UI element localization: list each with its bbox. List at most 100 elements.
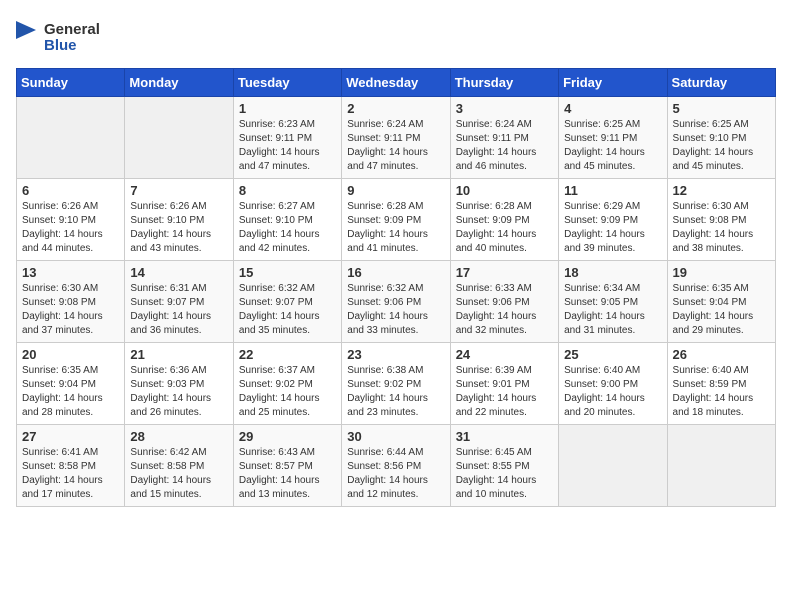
day-number: 15 — [239, 265, 336, 280]
calendar-cell — [667, 425, 775, 507]
column-header-wednesday: Wednesday — [342, 69, 450, 97]
day-info: Sunrise: 6:30 AMSunset: 9:08 PMDaylight:… — [673, 200, 770, 256]
day-number: 30 — [347, 429, 444, 444]
calendar-cell: 3Sunrise: 6:24 AMSunset: 9:11 PMDaylight… — [450, 97, 558, 179]
calendar-cell: 5 Sunrise: 6:25 AMSunset: 9:10 PMDaylight… — [667, 97, 775, 179]
calendar-cell: 29 Sunrise: 6:43 AMSunset: 8:57 PMDayligh… — [233, 425, 341, 507]
svg-text:Blue: Blue — [44, 37, 77, 54]
day-info: Sunrise: 6:27 AMSunset: 9:10 PMDaylight:… — [239, 200, 336, 256]
day-info: Sunrise: 6:25 AMSunset: 9:10 PMDaylight:… — [673, 118, 770, 174]
calendar-cell: 22Sunrise: 6:37 AMSunset: 9:02 PMDayligh… — [233, 343, 341, 425]
calendar-cell: 6Sunrise: 6:26 AMSunset: 9:10 PMDaylight… — [17, 179, 125, 261]
column-header-friday: Friday — [559, 69, 667, 97]
calendar-week-4: 20Sunrise: 6:35 AMSunset: 9:04 PMDayligh… — [17, 343, 776, 425]
day-number: 1 — [239, 101, 336, 116]
day-number: 18 — [564, 265, 661, 280]
day-info: Sunrise: 6:40 AMSunset: 9:00 PMDaylight:… — [564, 364, 661, 420]
day-info: Sunrise: 6:33 AMSunset: 9:06 PMDaylight:… — [456, 282, 553, 338]
calendar-cell: 4 Sunrise: 6:25 AMSunset: 9:11 PMDaylight… — [559, 97, 667, 179]
day-info: Sunrise: 6:44 AMSunset: 8:56 PMDaylight:… — [347, 446, 444, 502]
day-number: 26 — [673, 347, 770, 362]
day-number: 3 — [456, 101, 553, 116]
calendar-cell: 28 Sunrise: 6:42 AMSunset: 8:58 PMDayligh… — [125, 425, 233, 507]
calendar-cell: 16 Sunrise: 6:32 AMSunset: 9:06 PMDayligh… — [342, 261, 450, 343]
calendar-cell: 7 Sunrise: 6:26 AMSunset: 9:10 PMDaylight… — [125, 179, 233, 261]
day-number: 23 — [347, 347, 444, 362]
day-info: Sunrise: 6:35 AMSunset: 9:04 PMDaylight:… — [673, 282, 770, 338]
calendar-cell: 18 Sunrise: 6:34 AMSunset: 9:05 PMDayligh… — [559, 261, 667, 343]
calendar-cell: 13 Sunrise: 6:30 AMSunset: 9:08 PMDayligh… — [17, 261, 125, 343]
day-info: Sunrise: 6:40 AMSunset: 8:59 PMDaylight:… — [673, 364, 770, 420]
calendar-cell — [559, 425, 667, 507]
calendar-cell: 20Sunrise: 6:35 AMSunset: 9:04 PMDayligh… — [17, 343, 125, 425]
day-number: 21 — [130, 347, 227, 362]
calendar-cell: 19 Sunrise: 6:35 AMSunset: 9:04 PMDayligh… — [667, 261, 775, 343]
day-info: Sunrise: 6:34 AMSunset: 9:05 PMDaylight:… — [564, 282, 661, 338]
calendar-cell: 2 Sunrise: 6:24 AMSunset: 9:11 PMDaylight… — [342, 97, 450, 179]
day-info: Sunrise: 6:29 AMSunset: 9:09 PMDaylight:… — [564, 200, 661, 256]
calendar-cell: 14 Sunrise: 6:31 AMSunset: 9:07 PMDayligh… — [125, 261, 233, 343]
day-number: 7 — [130, 183, 227, 198]
calendar-cell: 24 Sunrise: 6:39 AMSunset: 9:01 PMDayligh… — [450, 343, 558, 425]
column-header-monday: Monday — [125, 69, 233, 97]
calendar-cell: 11 Sunrise: 6:29 AMSunset: 9:09 PMDayligh… — [559, 179, 667, 261]
calendar-week-2: 6Sunrise: 6:26 AMSunset: 9:10 PMDaylight… — [17, 179, 776, 261]
calendar-cell: 27Sunrise: 6:41 AMSunset: 8:58 PMDayligh… — [17, 425, 125, 507]
calendar-cell: 23 Sunrise: 6:38 AMSunset: 9:02 PMDayligh… — [342, 343, 450, 425]
day-number: 19 — [673, 265, 770, 280]
day-number: 2 — [347, 101, 444, 116]
logo-svg: GeneralBlue — [16, 16, 106, 56]
day-info: Sunrise: 6:23 AMSunset: 9:11 PMDaylight:… — [239, 118, 336, 174]
column-header-sunday: Sunday — [17, 69, 125, 97]
calendar-week-5: 27Sunrise: 6:41 AMSunset: 8:58 PMDayligh… — [17, 425, 776, 507]
day-info: Sunrise: 6:45 AMSunset: 8:55 PMDaylight:… — [456, 446, 553, 502]
logo: GeneralBlue — [16, 16, 106, 56]
day-number: 9 — [347, 183, 444, 198]
day-number: 16 — [347, 265, 444, 280]
calendar-cell: 12Sunrise: 6:30 AMSunset: 9:08 PMDayligh… — [667, 179, 775, 261]
day-info: Sunrise: 6:25 AMSunset: 9:11 PMDaylight:… — [564, 118, 661, 174]
day-number: 14 — [130, 265, 227, 280]
day-number: 13 — [22, 265, 119, 280]
calendar-cell: 1 Sunrise: 6:23 AMSunset: 9:11 PMDaylight… — [233, 97, 341, 179]
calendar-cell: 31 Sunrise: 6:45 AMSunset: 8:55 PMDayligh… — [450, 425, 558, 507]
day-info: Sunrise: 6:32 AMSunset: 9:06 PMDaylight:… — [347, 282, 444, 338]
day-number: 31 — [456, 429, 553, 444]
calendar-cell: 26 Sunrise: 6:40 AMSunset: 8:59 PMDayligh… — [667, 343, 775, 425]
day-info: Sunrise: 6:38 AMSunset: 9:02 PMDaylight:… — [347, 364, 444, 420]
calendar-cell — [125, 97, 233, 179]
day-number: 11 — [564, 183, 661, 198]
day-info: Sunrise: 6:32 AMSunset: 9:07 PMDaylight:… — [239, 282, 336, 338]
calendar-week-3: 13 Sunrise: 6:30 AMSunset: 9:08 PMDayligh… — [17, 261, 776, 343]
day-number: 25 — [564, 347, 661, 362]
calendar-cell: 30 Sunrise: 6:44 AMSunset: 8:56 PMDayligh… — [342, 425, 450, 507]
day-number: 28 — [130, 429, 227, 444]
day-number: 24 — [456, 347, 553, 362]
day-number: 5 — [673, 101, 770, 116]
day-number: 8 — [239, 183, 336, 198]
calendar-cell — [17, 97, 125, 179]
calendar-cell: 9Sunrise: 6:28 AMSunset: 9:09 PMDaylight… — [342, 179, 450, 261]
day-info: Sunrise: 6:43 AMSunset: 8:57 PMDaylight:… — [239, 446, 336, 502]
day-info: Sunrise: 6:24 AMSunset: 9:11 PMDaylight:… — [347, 118, 444, 174]
calendar-cell: 25 Sunrise: 6:40 AMSunset: 9:00 PMDayligh… — [559, 343, 667, 425]
calendar-cell: 17Sunrise: 6:33 AMSunset: 9:06 PMDayligh… — [450, 261, 558, 343]
day-info: Sunrise: 6:42 AMSunset: 8:58 PMDaylight:… — [130, 446, 227, 502]
day-number: 4 — [564, 101, 661, 116]
calendar-table: SundayMondayTuesdayWednesdayThursdayFrid… — [16, 68, 776, 507]
column-header-saturday: Saturday — [667, 69, 775, 97]
calendar-header-row: SundayMondayTuesdayWednesdayThursdayFrid… — [17, 69, 776, 97]
day-info: Sunrise: 6:35 AMSunset: 9:04 PMDaylight:… — [22, 364, 119, 420]
calendar-cell: 10Sunrise: 6:28 AMSunset: 9:09 PMDayligh… — [450, 179, 558, 261]
calendar-cell: 21Sunrise: 6:36 AMSunset: 9:03 PMDayligh… — [125, 343, 233, 425]
day-number: 29 — [239, 429, 336, 444]
day-info: Sunrise: 6:41 AMSunset: 8:58 PMDaylight:… — [22, 446, 119, 502]
day-info: Sunrise: 6:26 AMSunset: 9:10 PMDaylight:… — [130, 200, 227, 256]
column-header-thursday: Thursday — [450, 69, 558, 97]
svg-text:General: General — [44, 21, 100, 38]
day-info: Sunrise: 6:28 AMSunset: 9:09 PMDaylight:… — [456, 200, 553, 256]
day-info: Sunrise: 6:31 AMSunset: 9:07 PMDaylight:… — [130, 282, 227, 338]
calendar-cell: 15 Sunrise: 6:32 AMSunset: 9:07 PMDayligh… — [233, 261, 341, 343]
day-info: Sunrise: 6:39 AMSunset: 9:01 PMDaylight:… — [456, 364, 553, 420]
day-info: Sunrise: 6:30 AMSunset: 9:08 PMDaylight:… — [22, 282, 119, 338]
